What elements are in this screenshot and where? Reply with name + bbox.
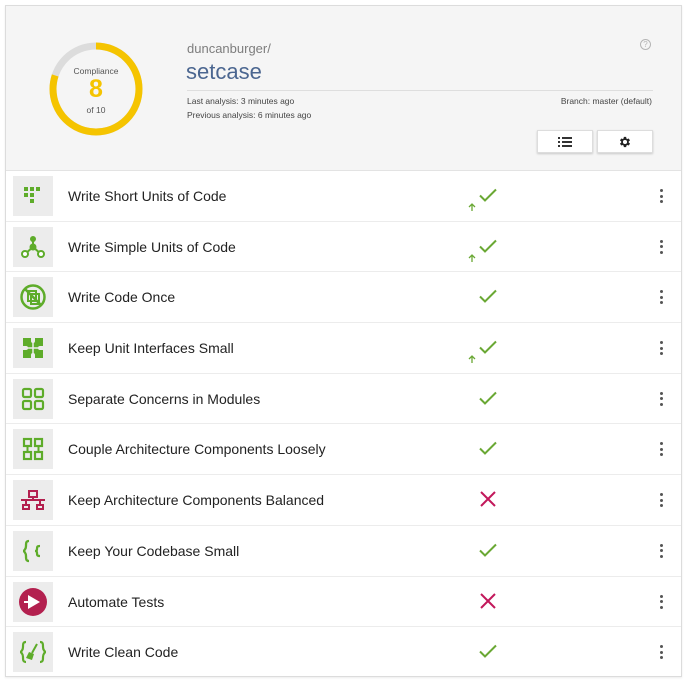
guideline-label: Write Code Once — [68, 289, 176, 306]
guideline-row-balanced[interactable]: Keep Architecture Components Balanced — [6, 475, 681, 526]
guideline-label: Write Short Units of Code — [68, 188, 227, 204]
repo-name[interactable]: setcase — [186, 59, 262, 85]
more-menu-button[interactable] — [656, 339, 666, 357]
guideline-label: Automate Tests — [68, 593, 165, 610]
braces-icon — [13, 530, 53, 571]
repository-card: Compliance 8 of 10 duncanburger/ setcase… — [5, 5, 682, 677]
cross-icon — [480, 491, 496, 507]
check-icon — [479, 290, 497, 304]
guideline-label: Couple Architecture Components Loosely — [68, 441, 326, 458]
more-menu-button[interactable] — [656, 440, 666, 458]
more-menu-button[interactable] — [656, 390, 666, 408]
list-icon — [558, 136, 572, 147]
check-icon — [479, 644, 497, 659]
short-units-icon — [13, 176, 53, 216]
check-icon — [479, 442, 497, 456]
more-menu-button[interactable] — [656, 643, 666, 661]
guideline-list: Write Short Units of Code Write Simple U… — [6, 171, 681, 678]
components-icon — [13, 429, 53, 470]
balance-icon — [13, 480, 53, 521]
guideline-row-unit-interfaces[interactable]: Keep Unit Interfaces Small — [6, 323, 681, 374]
compliance-score: 8 — [89, 75, 103, 103]
no-duplication-icon — [13, 277, 53, 318]
guideline-label: Write Clean Code — [68, 644, 179, 661]
puzzle-icon — [13, 328, 53, 369]
compliance-gauge: Compliance 8 of 10 — [46, 39, 146, 139]
guideline-label: Separate Concerns in Modules — [68, 390, 261, 407]
more-menu-button[interactable] — [656, 288, 666, 306]
guideline-row-simple-units[interactable]: Write Simple Units of Code — [6, 222, 681, 273]
more-menu-button[interactable] — [656, 593, 666, 611]
guideline-row-clean-code[interactable]: Write Clean Code — [6, 627, 681, 678]
guideline-row-code-once[interactable]: Write Code Once — [6, 272, 681, 324]
broom-icon — [13, 632, 53, 673]
repository-header: Compliance 8 of 10 duncanburger/ setcase… — [6, 6, 681, 171]
gear-icon — [619, 136, 631, 147]
more-menu-button[interactable] — [656, 542, 666, 560]
more-menu-button[interactable] — [656, 238, 666, 256]
modules-icon — [13, 378, 53, 419]
more-menu-button[interactable] — [656, 491, 666, 509]
simple-units-icon — [13, 226, 53, 267]
more-menu-button[interactable] — [656, 187, 666, 205]
guideline-label: Write Simple Units of Code — [68, 238, 236, 255]
settings-button[interactable] — [597, 130, 653, 153]
check-icon — [479, 188, 497, 202]
previous-analysis: Previous analysis: 6 minutes ago — [187, 110, 312, 120]
list-view-button[interactable] — [537, 130, 593, 153]
branch-info[interactable]: Branch: master (default) — [561, 96, 652, 106]
help-icon[interactable]: ? — [640, 39, 651, 50]
cross-icon — [480, 592, 496, 609]
guideline-label: Keep Unit Interfaces Small — [68, 340, 234, 357]
guideline-row-couple-loosely[interactable]: Couple Architecture Components Loosely — [6, 424, 681, 476]
compliance-total: of 10 — [86, 105, 106, 115]
repo-owner[interactable]: duncanburger/ — [187, 41, 271, 56]
play-test-icon — [13, 581, 53, 622]
guideline-label: Keep Architecture Components Balanced — [68, 492, 325, 509]
check-icon — [479, 239, 497, 253]
header-divider — [187, 90, 653, 91]
guideline-row-short-units[interactable]: Write Short Units of Code — [6, 171, 681, 222]
check-icon — [479, 391, 497, 405]
guideline-label: Keep Your Codebase Small — [68, 542, 240, 559]
guideline-row-codebase-small[interactable]: Keep Your Codebase Small — [6, 526, 681, 577]
guideline-row-separate-concerns[interactable]: Separate Concerns in Modules — [6, 374, 681, 425]
check-icon — [479, 340, 497, 354]
check-icon — [479, 543, 497, 557]
guideline-row-automate-tests[interactable]: Automate Tests — [6, 577, 681, 628]
last-analysis: Last analysis: 3 minutes ago — [187, 96, 295, 106]
